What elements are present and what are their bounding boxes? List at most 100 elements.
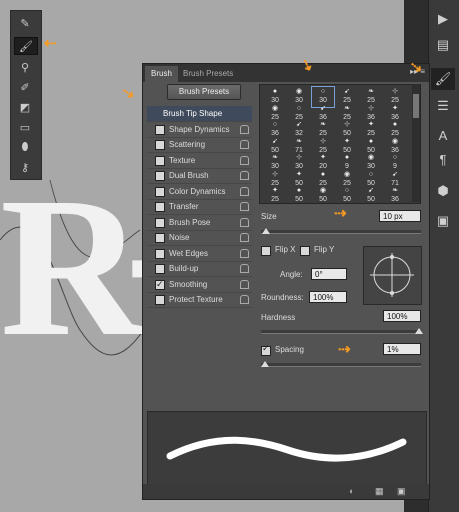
brush-tip-icon: ❧ — [392, 187, 398, 194]
brush-option-2[interactable]: Scattering — [147, 137, 252, 153]
brush-tip-icon: ➹ — [320, 104, 326, 112]
brush-tip-icon: ● — [392, 121, 398, 128]
brush-panel-icon[interactable]: 🖌 — [431, 68, 455, 90]
lock-icon[interactable] — [240, 248, 249, 258]
brush-option-4[interactable]: Dual Brush — [147, 168, 252, 184]
gradient-tool-icon[interactable]: ▭ — [14, 119, 36, 135]
character-icon[interactable]: A — [431, 124, 455, 146]
brush-tip-icon: ❧ — [344, 104, 350, 112]
size-slider-track[interactable] — [261, 230, 421, 234]
option-checkbox[interactable] — [155, 202, 165, 212]
brush-tip[interactable]: ○ 50 — [336, 186, 358, 203]
lock-icon[interactable] — [240, 186, 249, 196]
brush-tip-icon: ● — [296, 187, 302, 194]
lock-icon[interactable] — [240, 155, 249, 165]
brush-option-10[interactable]: Build-up — [147, 261, 252, 277]
paragraph-icon[interactable]: ¶ — [431, 148, 455, 170]
brush-presets-button[interactable]: Brush Presets — [167, 84, 241, 100]
tip-grid-scroll-thumb[interactable] — [413, 94, 419, 118]
brush-option-6[interactable]: Transfer — [147, 199, 252, 215]
brush-tip[interactable]: ✦ 25 — [264, 186, 286, 203]
brush-tip-icon: ❧ — [320, 121, 326, 128]
lock-icon[interactable] — [240, 124, 249, 134]
lock-icon[interactable] — [240, 171, 249, 180]
hardness-field[interactable]: 100% — [383, 310, 421, 322]
brush-tip-icon: ◉ — [319, 187, 327, 194]
brush-tip-icon: ◉ — [343, 170, 351, 178]
grid-icon[interactable]: ▦ — [375, 486, 384, 497]
spacing-label: Spacing — [275, 345, 304, 354]
spacing-checkbox[interactable] — [261, 343, 271, 356]
lock-icon[interactable] — [240, 202, 249, 211]
option-label: Shape Dynamics — [169, 124, 230, 134]
option-checkbox[interactable] — [155, 277, 165, 292]
stamp-tool-icon[interactable]: ⚲ — [14, 59, 36, 75]
spacing-slider-knob[interactable] — [260, 361, 269, 367]
brush-tool-icon[interactable]: 🖌 — [14, 37, 38, 55]
tab-brush[interactable]: Brush — [145, 66, 178, 82]
brush-option-9[interactable]: Wet Edges — [147, 246, 252, 262]
brush-option-1[interactable]: Shape Dynamics — [147, 122, 252, 138]
pencil-tool-icon[interactable]: ✎ — [14, 15, 36, 31]
image-icon[interactable]: ▣ — [431, 210, 455, 232]
lock-icon[interactable] — [240, 264, 249, 273]
lock-icon[interactable] — [240, 217, 249, 227]
option-checkbox[interactable] — [155, 264, 165, 274]
size-field[interactable]: 10 px — [379, 210, 421, 222]
eraser-tool-icon[interactable]: ◩ — [14, 99, 36, 115]
spacing-field[interactable]: 1% — [383, 343, 421, 355]
option-checkbox[interactable] — [155, 140, 165, 150]
lock-icon[interactable] — [240, 279, 249, 289]
option-checkbox[interactable] — [155, 248, 165, 259]
option-checkbox[interactable] — [155, 171, 165, 181]
angle-field[interactable]: 0° — [311, 268, 347, 280]
brush-tip[interactable]: ➹ 50 — [360, 186, 382, 203]
roundness-field[interactable]: 100% — [309, 291, 347, 303]
option-checkbox[interactable] — [155, 217, 165, 228]
blur-tool-icon[interactable]: ⬮ — [14, 139, 36, 155]
option-label: Noise — [169, 233, 190, 242]
angle-roundness-widget[interactable] — [363, 246, 422, 305]
brush-tip-icon: ⊹ — [296, 154, 302, 161]
history-brush-icon[interactable]: ✐ — [14, 79, 36, 95]
brush-tip[interactable]: ● 50 — [288, 186, 310, 203]
brush-option-0[interactable]: Brush Tip Shape — [147, 106, 252, 122]
brush-option-12[interactable]: Protect Texture — [147, 292, 252, 308]
brush-tip-icon: ✦ — [392, 104, 398, 112]
brush-option-3[interactable]: Texture — [147, 153, 252, 169]
brush-option-7[interactable]: Brush Pose — [147, 215, 252, 231]
flip-x-checkbox[interactable] — [261, 246, 271, 256]
brush-overlay-icon[interactable]: ◐ — [349, 486, 354, 496]
option-checkbox[interactable] — [155, 124, 165, 135]
flip-y-checkbox[interactable] — [300, 246, 310, 256]
hardness-label: Hardness — [261, 313, 296, 322]
brush-option-11[interactable]: Smoothing — [147, 277, 252, 293]
option-checkbox[interactable] — [155, 233, 165, 243]
brush-tip-icon: ➹ — [344, 88, 350, 95]
3d-icon[interactable]: ⬢ — [431, 180, 455, 202]
size-slider-knob[interactable] — [262, 228, 271, 234]
lock-icon[interactable] — [240, 233, 249, 242]
brush-option-5[interactable]: Color Dynamics — [147, 184, 252, 200]
adjust-icon[interactable]: ☰ — [431, 95, 455, 117]
tab-brush-presets[interactable]: Brush Presets — [177, 66, 239, 82]
dodge-tool-icon[interactable]: ⚷ — [14, 159, 36, 175]
brush-tip[interactable]: ◉ 50 — [312, 186, 334, 203]
option-label: Brush Tip Shape — [163, 109, 223, 118]
hardness-slider-knob[interactable] — [415, 328, 423, 334]
brush-tip[interactable]: ❧ 36 — [384, 186, 406, 203]
new-brush-icon[interactable]: ▣ — [397, 486, 406, 497]
spacing-slider-track[interactable] — [261, 363, 421, 367]
brush-tip-icon: ◉ — [391, 137, 399, 145]
lock-icon[interactable] — [240, 140, 249, 149]
option-checkbox[interactable] — [155, 155, 165, 166]
play-icon[interactable]: ▶ — [431, 8, 455, 30]
angle-crosshair-icon — [370, 253, 414, 297]
brush-option-8[interactable]: Noise — [147, 230, 252, 246]
option-checkbox[interactable] — [155, 295, 165, 305]
brush-tip-icon: ● — [272, 88, 278, 95]
lock-icon[interactable] — [240, 295, 249, 304]
hardness-slider-track[interactable] — [261, 330, 421, 334]
layers-icon[interactable]: ▤ — [431, 34, 455, 56]
option-checkbox[interactable] — [155, 186, 165, 197]
